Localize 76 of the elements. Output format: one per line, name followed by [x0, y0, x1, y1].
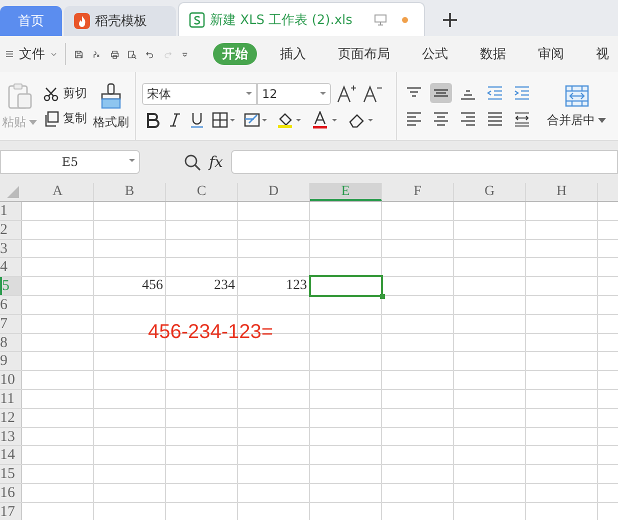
- zoom-icon[interactable]: [184, 154, 201, 170]
- merge-center-button[interactable]: 合并居中: [547, 84, 606, 128]
- document-tab[interactable]: 稻壳模板: [64, 6, 176, 36]
- copy-button[interactable]: 复制: [43, 110, 87, 127]
- conditional-format-icon[interactable]: [244, 112, 268, 128]
- column-header[interactable]: C: [166, 183, 238, 201]
- flame-logo-icon: [74, 13, 90, 29]
- caret-icon: [598, 118, 606, 122]
- row-header[interactable]: 17: [0, 502, 22, 520]
- clipboard-icon: [6, 82, 32, 110]
- row-header[interactable]: 4: [0, 258, 22, 276]
- unsaved-dot: [402, 16, 408, 22]
- fill-color-icon[interactable]: [276, 111, 304, 129]
- font-color-icon[interactable]: [312, 111, 340, 129]
- align-middle-icon[interactable]: [430, 83, 452, 103]
- format-painter-button[interactable]: 格式刷: [93, 82, 129, 130]
- merge-cells-icon: [564, 84, 590, 108]
- column-header[interactable]: G: [454, 183, 526, 201]
- function-button[interactable]: fx: [209, 153, 224, 171]
- active-cell-border[interactable]: [309, 275, 383, 297]
- table-cell-text: 234: [214, 278, 236, 294]
- column-header[interactable]: B: [94, 183, 166, 201]
- table-cell-text: 456: [142, 278, 164, 294]
- row-header[interactable]: 12: [0, 408, 22, 427]
- tab-label: 稻壳模板: [95, 13, 147, 30]
- menu-icon[interactable]: [6, 48, 14, 60]
- ribbon-tab[interactable]: 数据: [470, 43, 515, 65]
- chevron-down-icon[interactable]: [51, 50, 57, 58]
- row-header[interactable]: 15: [0, 465, 22, 483]
- row-header[interactable]: 10: [0, 371, 22, 389]
- row-header[interactable]: 16: [0, 484, 22, 502]
- column-header[interactable]: F: [382, 183, 454, 201]
- borders-icon[interactable]: [212, 112, 236, 128]
- formula-text: 456-234-123=: [148, 321, 274, 344]
- ribbon-tab[interactable]: 视: [586, 43, 618, 65]
- caret-icon: [29, 120, 37, 124]
- ribbon-tab[interactable]: 开始: [212, 43, 257, 65]
- new-tab-icon[interactable]: [443, 13, 457, 27]
- cut-button[interactable]: 剪切: [43, 85, 87, 102]
- scissors-icon: [43, 86, 59, 102]
- ribbon-tab[interactable]: 插入: [270, 43, 315, 65]
- ribbon-tab[interactable]: 页面布局: [328, 43, 399, 65]
- row-header[interactable]: 6: [0, 296, 22, 314]
- row-header[interactable]: 5: [0, 277, 22, 295]
- decrease-font-icon[interactable]: [363, 84, 383, 104]
- tab-label: 首页: [18, 13, 44, 30]
- bold-icon[interactable]: [146, 112, 160, 128]
- underline-icon[interactable]: [190, 112, 204, 128]
- row-header[interactable]: 3: [0, 240, 22, 258]
- name-box[interactable]: E5: [0, 150, 140, 174]
- file-menu[interactable]: 文件: [19, 45, 46, 63]
- font-select[interactable]: 宋体: [142, 83, 257, 105]
- increase-font-icon[interactable]: [337, 84, 357, 104]
- column-header[interactable]: A: [22, 183, 94, 201]
- row-header[interactable]: 14: [0, 446, 22, 464]
- row-header[interactable]: 8: [0, 334, 22, 352]
- copy-icon: [43, 110, 59, 126]
- row-header[interactable]: 13: [0, 428, 22, 446]
- column-header[interactable]: H: [526, 183, 598, 201]
- tab-label: 新建 XLS 工作表 (2).xls: [210, 12, 352, 28]
- paintbrush-icon: [99, 82, 123, 110]
- ribbon-tab[interactable]: 审阅: [528, 43, 573, 65]
- formula-input[interactable]: [231, 150, 618, 174]
- italic-icon[interactable]: [168, 112, 182, 128]
- document-tab[interactable]: 新建 XLS 工作表 (2).xls: [178, 2, 425, 36]
- monitor-icon[interactable]: [374, 14, 387, 26]
- row-header[interactable]: 11: [0, 390, 22, 408]
- ribbon-tab[interactable]: 公式: [412, 43, 457, 65]
- row-header[interactable]: 7: [0, 314, 22, 333]
- font-size-select[interactable]: 12: [257, 83, 331, 105]
- document-tab[interactable]: 首页: [0, 6, 62, 36]
- spreadsheet-logo-icon: [189, 12, 205, 28]
- row-header[interactable]: 1: [0, 202, 22, 220]
- row-header[interactable]: 2: [0, 220, 22, 239]
- table-cell-text: 123: [286, 278, 308, 294]
- row-header[interactable]: 9: [0, 352, 22, 370]
